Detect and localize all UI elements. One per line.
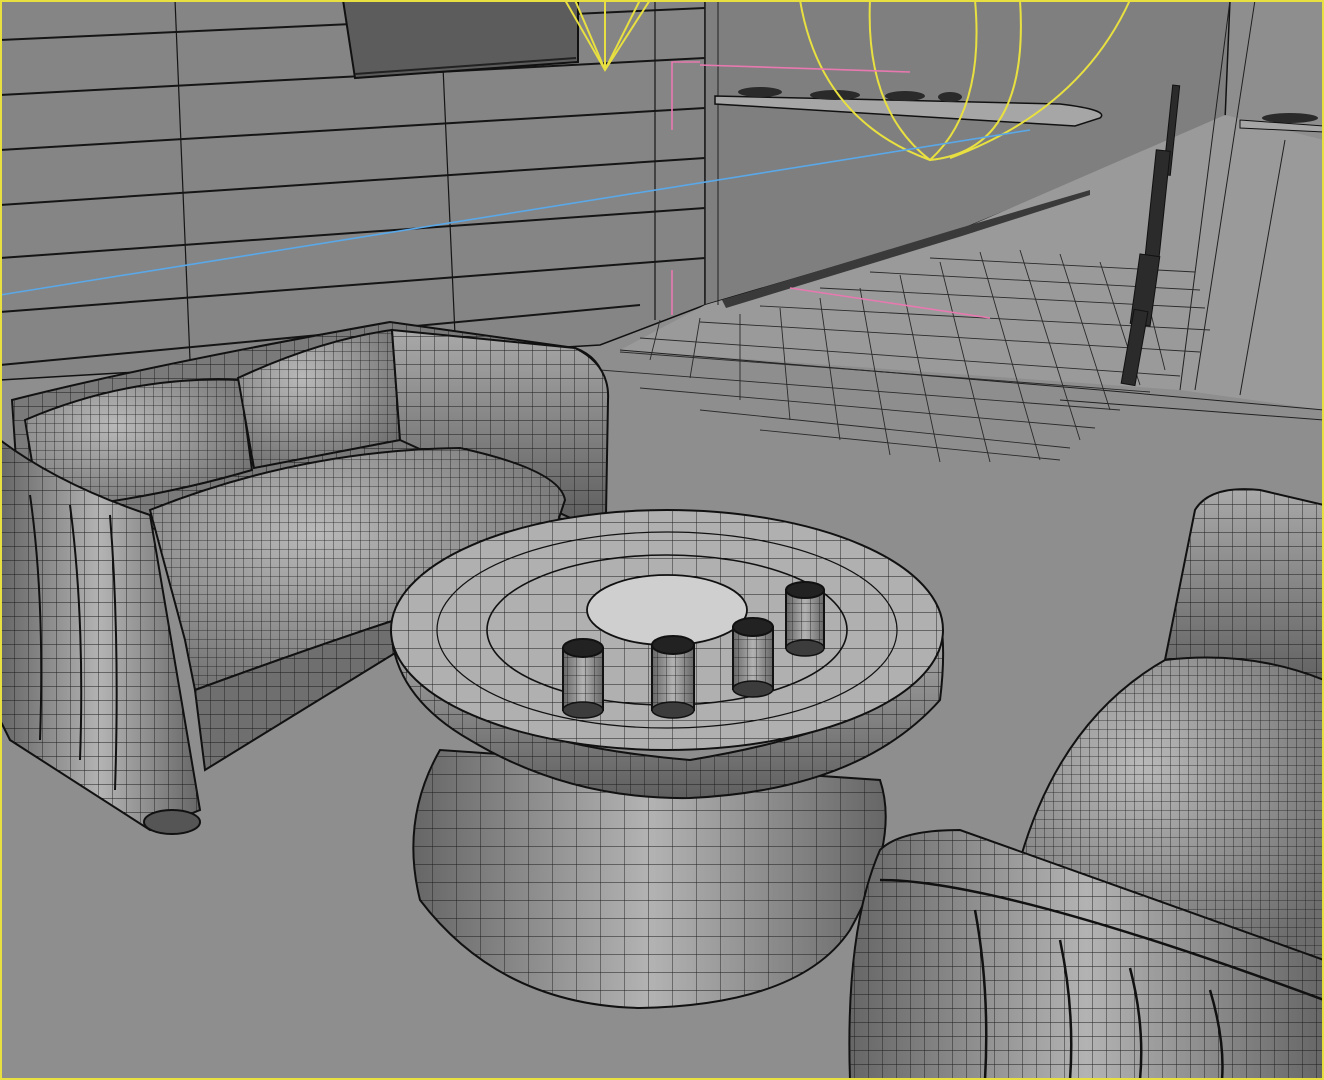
table-center-inset bbox=[586, 574, 748, 646]
cup-4[interactable] bbox=[785, 581, 825, 657]
viewport[interactable] bbox=[0, 0, 1324, 1080]
cup-3[interactable] bbox=[732, 617, 774, 698]
scene-canvas[interactable] bbox=[0, 0, 1324, 1080]
cup-2[interactable] bbox=[651, 635, 695, 719]
cup-1[interactable] bbox=[562, 638, 604, 719]
